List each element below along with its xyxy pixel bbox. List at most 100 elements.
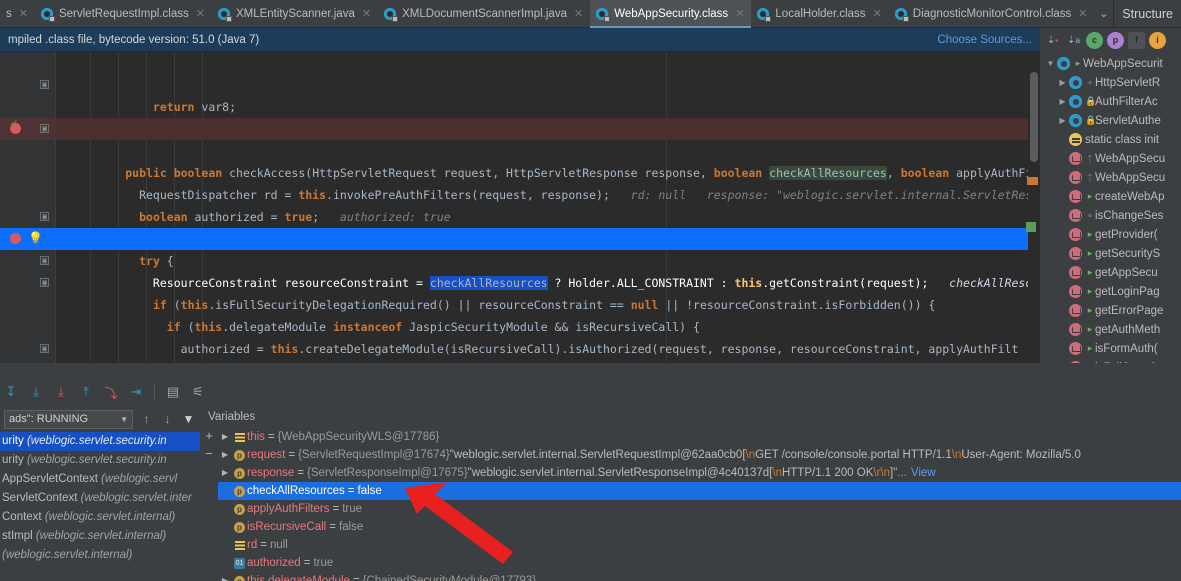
structure-item-ischangeses[interactable]: ∘ isChangeSes bbox=[1040, 206, 1181, 225]
code-line[interactable]: ▣ try { bbox=[0, 206, 1040, 268]
chevron-right-icon[interactable]: ▶ bbox=[1056, 116, 1069, 125]
editor-tab-xmlentityscanner[interactable]: XMLEntityScanner.java ✕ bbox=[212, 0, 378, 28]
step-over-icon[interactable]: ⤓ bbox=[25, 381, 47, 403]
chevron-down-icon[interactable]: ▼ bbox=[1044, 59, 1057, 68]
fold-handle-icon[interactable]: ▣ bbox=[40, 80, 49, 89]
gutter-cell[interactable] bbox=[0, 162, 56, 184]
code-editor[interactable]: return var8; ▣ } ▣ public boolean checkA… bbox=[0, 52, 1040, 363]
structure-tree[interactable]: ▼ ▸ WebAppSecurit ▶ ∘ HttpServletR ▶ 🔒 A… bbox=[1040, 52, 1181, 363]
variable-row-authorized[interactable]: 01 authorized = true bbox=[218, 554, 1181, 572]
breakpoint-icon[interactable] bbox=[10, 119, 21, 134]
show-inherited-icon[interactable]: i bbox=[1149, 31, 1166, 49]
thread-selector-dropdown[interactable]: ads": RUNNING ▼ bbox=[4, 409, 133, 429]
add-watch-icon[interactable]: + bbox=[205, 429, 213, 442]
chevron-right-icon[interactable]: ▶ bbox=[1056, 78, 1069, 87]
breakpoint-icon[interactable] bbox=[10, 233, 21, 244]
chevron-right-icon[interactable]: ▶ bbox=[218, 428, 232, 446]
close-icon[interactable]: ✕ bbox=[19, 8, 28, 20]
gutter-cell[interactable]: ▣ bbox=[0, 272, 56, 294]
structure-item-servletauthe[interactable]: ▶ 🔒 ServletAuthe bbox=[1040, 111, 1181, 130]
intention-bulb-icon[interactable]: 💡 bbox=[28, 232, 43, 245]
chevron-right-icon[interactable]: ▶ bbox=[218, 572, 232, 581]
gutter-cell[interactable] bbox=[0, 316, 56, 338]
structure-item-getprovider[interactable]: ▸ getProvider( bbox=[1040, 225, 1181, 244]
structure-item-webappsecurity[interactable]: ▼ ▸ WebAppSecurit bbox=[1040, 54, 1181, 73]
error-stripe-marker[interactable] bbox=[1027, 177, 1038, 185]
frames-up-icon[interactable]: ↑ bbox=[139, 412, 154, 426]
variable-row-isrecursivecall[interactable]: p isRecursiveCall = false bbox=[218, 518, 1181, 536]
code-line[interactable]: return var8; bbox=[0, 52, 1040, 114]
frame-row[interactable]: ServletContext (weblogic.servlet.inter bbox=[0, 489, 200, 508]
code-line[interactable]: boolean authorized = true; authorized: t… bbox=[0, 162, 1040, 224]
run-to-cursor-icon[interactable]: ⇥ bbox=[125, 381, 147, 403]
frame-row[interactable]: stImpl (weblogic.servlet.internal) bbox=[0, 527, 200, 546]
chevron-down-icon[interactable]: ▼ bbox=[120, 415, 128, 424]
gutter-cell[interactable]: ▣ bbox=[0, 206, 56, 228]
chevron-right-icon[interactable]: ▶ bbox=[1056, 97, 1069, 106]
structure-item-static-initializer[interactable]: static class init bbox=[1040, 130, 1181, 149]
code-line[interactable]: ▣ } else { bbox=[0, 338, 1040, 360]
debugger-frames-panel[interactable]: ads": RUNNING ▼ ↑ ↓ ▼ urity (weblogic.se… bbox=[0, 406, 200, 581]
structure-item-getauthmeth[interactable]: ▸ getAuthMeth bbox=[1040, 320, 1181, 339]
variable-row-request[interactable]: ▶ p request = {ServletRequestImpl@17674}… bbox=[218, 446, 1181, 464]
structure-tool-window[interactable]: ⇣ ▪ ⇣ a c p f i ▼ ▸ WebAppSecurit ▶ ∘ Http… bbox=[1040, 28, 1181, 363]
fold-handle-icon[interactable]: ▣ bbox=[40, 212, 49, 221]
choose-sources-link[interactable]: Choose Sources... bbox=[937, 34, 1032, 46]
structure-item-webappsecu-1[interactable]: ᛏ WebAppSecu bbox=[1040, 149, 1181, 168]
structure-item-authfilterac[interactable]: ▶ 🔒 AuthFilterAc bbox=[1040, 92, 1181, 111]
frame-row[interactable]: (weblogic.servlet.internal) bbox=[0, 546, 200, 565]
show-non-public-icon[interactable]: c bbox=[1086, 31, 1103, 49]
structure-tool-window-title[interactable]: Structure bbox=[1113, 0, 1181, 27]
fold-handle-icon[interactable]: ▣ bbox=[40, 344, 49, 353]
code-line[interactable]: RequestDispatcher rd = this.invokePreAut… bbox=[0, 140, 1040, 202]
gutter-cell[interactable] bbox=[0, 96, 56, 118]
sort-alphabetically-icon[interactable]: ⇣ a bbox=[1065, 32, 1082, 49]
gutter-cell[interactable]: ▣ bbox=[0, 118, 56, 140]
structure-item-getappsecu[interactable]: ▸ getAppSecu bbox=[1040, 263, 1181, 282]
close-icon[interactable]: ✕ bbox=[1078, 8, 1087, 20]
code-line-checkaccess-signature[interactable]: ▣ public boolean checkAccess(HttpServlet… bbox=[0, 118, 1040, 180]
gutter-cell[interactable] bbox=[0, 52, 56, 74]
variables-list[interactable]: ▶ this = {WebAppSecurityWLS@17786} ▶ p r… bbox=[218, 428, 1181, 581]
editor-tab-webappsecurity[interactable]: WebAppSecurity.class ✕ bbox=[590, 0, 752, 28]
structure-item-createwebapp[interactable]: ▸ createWebAp bbox=[1040, 187, 1181, 206]
editor-tab-localholder[interactable]: LocalHolder.class ✕ bbox=[751, 0, 888, 28]
code-line-current-execution[interactable]: 💡 ResourceConstraint resourceConstraint … bbox=[0, 228, 1040, 290]
structure-item-webappsecu-2[interactable]: ᛏ WebAppSecu bbox=[1040, 168, 1181, 187]
show-fields-icon[interactable]: f bbox=[1128, 31, 1145, 49]
frame-row[interactable]: urity (weblogic.servlet.security.in bbox=[0, 432, 200, 451]
gutter-cell[interactable] bbox=[0, 294, 56, 316]
variables-body[interactable]: + − ▶ this = {WebAppSecurityWLS@17786} ▶… bbox=[200, 428, 1181, 581]
frame-row[interactable]: urity (weblogic.servlet.security.in bbox=[0, 451, 200, 470]
gutter-cell[interactable]: ▣ bbox=[0, 74, 56, 96]
frames-list[interactable]: urity (weblogic.servlet.security.in urit… bbox=[0, 432, 200, 565]
fold-handle-icon[interactable]: ▣ bbox=[40, 124, 49, 133]
frame-row[interactable]: AppServletContext (weblogic.servl bbox=[0, 470, 200, 489]
show-properties-icon[interactable]: p bbox=[1107, 31, 1124, 49]
structure-item-httpservletr[interactable]: ▶ ∘ HttpServletR bbox=[1040, 73, 1181, 92]
show-execution-point-icon[interactable]: ↧ bbox=[0, 381, 22, 403]
evaluate-expression-icon[interactable]: ▤ bbox=[162, 381, 184, 403]
force-step-into-icon[interactable]: ⤵ bbox=[100, 381, 122, 403]
settings-icon[interactable]: ⚟ bbox=[187, 381, 209, 403]
editor-vertical-scrollbar[interactable] bbox=[1028, 52, 1040, 363]
variable-row-this-delegatemodule[interactable]: ▶ p this.delegateModule = {ChainedSecuri… bbox=[218, 572, 1181, 581]
code-line[interactable]: ▣ } bbox=[0, 74, 1040, 136]
view-string-link[interactable]: View bbox=[911, 464, 936, 482]
step-into-icon[interactable]: ⤓ bbox=[50, 381, 72, 403]
structure-item-getsecuritys[interactable]: ▸ getSecurityS bbox=[1040, 244, 1181, 263]
code-line[interactable] bbox=[0, 184, 1040, 206]
gutter-cell[interactable]: 💡 bbox=[0, 228, 56, 250]
structure-item-getloginpag[interactable]: ▸ getLoginPag bbox=[1040, 282, 1181, 301]
close-icon[interactable]: ✕ bbox=[873, 8, 882, 20]
structure-item-isformauth[interactable]: ▸ isFormAuth( bbox=[1040, 339, 1181, 358]
debugger-variables-panel[interactable]: Variables + − ▶ this = {WebAppSecurityWL… bbox=[200, 406, 1181, 581]
editor-tab-xmldocumentscannerimpl[interactable]: XMLDocumentScannerImpl.java ✕ bbox=[378, 0, 590, 28]
variable-row-this[interactable]: ▶ this = {WebAppSecurityWLS@17786} bbox=[218, 428, 1181, 446]
fold-handle-icon[interactable]: ▣ bbox=[40, 278, 49, 287]
chevron-right-icon[interactable]: ▶ bbox=[218, 446, 232, 464]
chevron-down-icon[interactable]: ⌄ bbox=[1095, 0, 1114, 27]
code-line[interactable]: ▣ if (this.delegateModule instanceof Jas… bbox=[0, 272, 1040, 334]
variable-row-checkallresources[interactable]: p checkAllResources = false bbox=[218, 482, 1181, 500]
editor-tab[interactable]: s ✕ bbox=[0, 0, 35, 28]
